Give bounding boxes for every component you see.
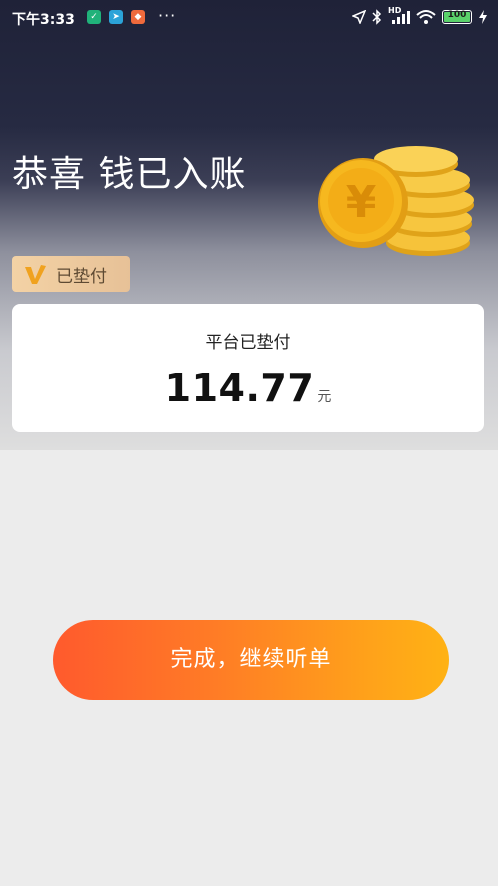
send-app-icon: ➤: [109, 10, 123, 24]
paid-amount-card: 平台已垫付 114.77 元: [12, 304, 484, 432]
wifi-icon: [416, 10, 436, 24]
v-logo-icon: [25, 265, 46, 284]
amount-row: 114.77 元: [12, 366, 484, 410]
location-icon: [352, 10, 366, 24]
shopping-app-icon: ◆: [131, 10, 145, 24]
charging-icon: [479, 10, 487, 24]
amount-unit: 元: [317, 389, 332, 405]
badge-label: 已垫付: [56, 266, 107, 287]
more-notifications-icon: ···: [158, 6, 177, 25]
status-bar: 下午3:33 ✓ ➤ ◆ ··· HD 100: [0, 0, 498, 36]
status-time: 下午3:33: [12, 12, 75, 28]
page-title: 恭喜 钱已入账: [12, 154, 247, 195]
coins-illustration: ¥: [318, 146, 474, 256]
signal-icon: HD: [388, 6, 410, 25]
bluetooth-icon: [372, 9, 382, 25]
battery-icon: 100: [442, 10, 472, 24]
card-label: 平台已垫付: [205, 333, 291, 353]
shield-app-icon: ✓: [87, 10, 101, 24]
done-continue-button[interactable]: 完成，继续听单: [53, 620, 449, 700]
battery-level: 100: [447, 10, 467, 20]
paid-amount: 114.77: [164, 366, 315, 410]
paid-badge: 已垫付: [12, 256, 130, 292]
coin-symbol: ¥: [346, 177, 377, 228]
